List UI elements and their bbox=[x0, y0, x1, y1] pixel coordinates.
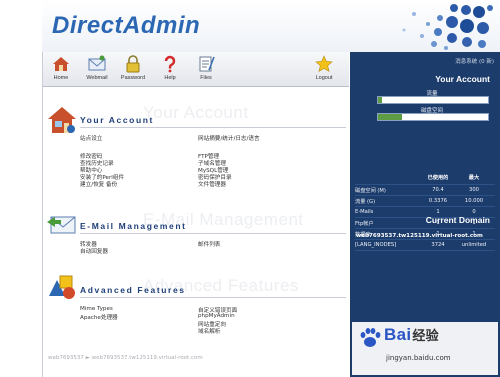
paw-logo-icon bbox=[360, 328, 381, 347]
lock-icon bbox=[126, 55, 140, 73]
link-autoresponders[interactable]: 自动回复器 bbox=[80, 247, 108, 255]
files-icon bbox=[199, 56, 215, 72]
star-icon bbox=[315, 55, 333, 73]
toolbar-webmail-button[interactable]: Webmail bbox=[80, 55, 114, 81]
watermark-brand-suffix: 经验 bbox=[412, 328, 439, 343]
message-system-link[interactable]: 消息系统 (0 新) bbox=[455, 57, 494, 65]
section-title-advanced: Advanced Features bbox=[80, 285, 186, 295]
stats-row: 流量 (G) 0.3376 10.000 bbox=[355, 196, 495, 207]
bandwidth-bar-fill bbox=[378, 97, 383, 103]
toolbar-logout-button[interactable]: Logout bbox=[307, 55, 341, 81]
question-icon bbox=[164, 55, 176, 73]
stats-cell-name: [LANG_INODES] bbox=[355, 242, 397, 248]
section-divider bbox=[80, 233, 346, 234]
toolbar-password-button[interactable]: Password bbox=[116, 55, 150, 81]
home-icon bbox=[53, 57, 69, 71]
section-divider bbox=[80, 127, 346, 128]
disk-space-bar-fill bbox=[378, 114, 403, 120]
link-file-manager[interactable]: 文件管理器 bbox=[198, 180, 226, 188]
header: DirectAdmin bbox=[42, 0, 500, 52]
section-divider bbox=[80, 297, 346, 298]
stats-header-used: 已使用的 bbox=[427, 175, 449, 181]
toolbar-label: Home bbox=[53, 75, 69, 81]
bandwidth-bar bbox=[377, 96, 489, 104]
toolbar: Home Webmail Password Help Files Logout bbox=[43, 52, 349, 87]
stats-cell-name: 流量 (G) bbox=[355, 199, 376, 205]
email-envelope-icon bbox=[47, 216, 76, 234]
toolbar-label: Password bbox=[120, 75, 146, 81]
disk-space-bar bbox=[377, 113, 489, 121]
link-dns[interactable]: 域名解析 bbox=[198, 327, 220, 335]
link-mime-types[interactable]: Mime Types bbox=[80, 306, 113, 312]
sidebar-title-current-domain: Current Domain bbox=[425, 215, 490, 225]
stats-cell-max: 10.000 bbox=[464, 198, 484, 204]
stats-header-max: 最大 bbox=[468, 175, 480, 181]
toolbar-home-button[interactable]: Home bbox=[44, 55, 78, 81]
toolbar-label: Webmail bbox=[86, 75, 108, 81]
directadmin-logo[interactable]: DirectAdmin bbox=[52, 12, 200, 40]
toolbar-label: Logout bbox=[315, 75, 333, 81]
stats-cell-max: 300 bbox=[469, 187, 479, 193]
usage-stats-table: 已使用的 最大 磁盘空间 (M) 70.4 300 流量 (G) 0.3376 … bbox=[355, 172, 495, 251]
watermark-brand-main: Bai bbox=[384, 325, 412, 344]
link-mailing-lists[interactable]: 邮件列表 bbox=[198, 240, 220, 248]
stats-cell-used: 3724 bbox=[431, 242, 445, 248]
sidebar-title-your-account: Your Account bbox=[435, 74, 490, 84]
footer-breadcrumb: web7693537 ► web7693537.tw125119.virtual… bbox=[48, 355, 203, 361]
stats-cell-used: 0.3376 bbox=[428, 198, 448, 204]
toolbar-help-button[interactable]: Help bbox=[153, 55, 187, 81]
left-margin bbox=[0, 0, 42, 377]
link-site-setup[interactable]: 站点设立 bbox=[80, 134, 102, 142]
advanced-shapes-icon bbox=[49, 275, 75, 299]
stats-row: [LANG_INODES] 3724 unlimited bbox=[355, 240, 495, 251]
stats-cell-used: 70.4 bbox=[432, 187, 444, 193]
main-content: Your Account Your Account 站点设立 修改密码 查找历史… bbox=[43, 87, 349, 377]
toolbar-label: Help bbox=[164, 75, 176, 81]
toolbar-files-button[interactable]: Files bbox=[189, 55, 223, 81]
stats-cell-name: 磁盘空间 (M) bbox=[355, 188, 386, 194]
account-house-icon bbox=[48, 107, 76, 133]
stats-header-row: 已使用的 最大 bbox=[355, 172, 495, 185]
stats-cell-name: E-Mails bbox=[355, 209, 374, 215]
toolbar-label: Files bbox=[200, 75, 212, 81]
logo-dots-graphic bbox=[402, 4, 493, 50]
stats-cell-max: unlimited bbox=[461, 242, 487, 248]
section-title-your-account: Your Account bbox=[80, 115, 154, 125]
link-site-stats[interactable]: 网站摘要/统计/日志/语言 bbox=[198, 134, 260, 142]
baidu-jingyan-watermark: Bai经验 jingyan.baidu.com bbox=[352, 322, 498, 375]
stats-row: 磁盘空间 (M) 70.4 300 bbox=[355, 185, 495, 196]
section-title-email: E-Mail Management bbox=[80, 221, 187, 231]
stats-cell-name: Ftp帐户 bbox=[355, 221, 374, 227]
link-apache-handlers[interactable]: Apache处理器 bbox=[80, 313, 118, 321]
watermark-brand: Bai经验 bbox=[384, 325, 439, 345]
watermark-url: jingyan.baidu.com bbox=[386, 354, 451, 362]
envelope-icon bbox=[88, 55, 106, 71]
section-watermark: Your Account bbox=[143, 103, 249, 122]
current-domain-link[interactable]: web7693537.tw125119.virtual-root.com bbox=[356, 233, 483, 239]
link-backup[interactable]: 建立/恢复 备份 bbox=[80, 180, 117, 188]
link-phpmyadmin[interactable]: phpMyAdmin bbox=[198, 313, 235, 319]
